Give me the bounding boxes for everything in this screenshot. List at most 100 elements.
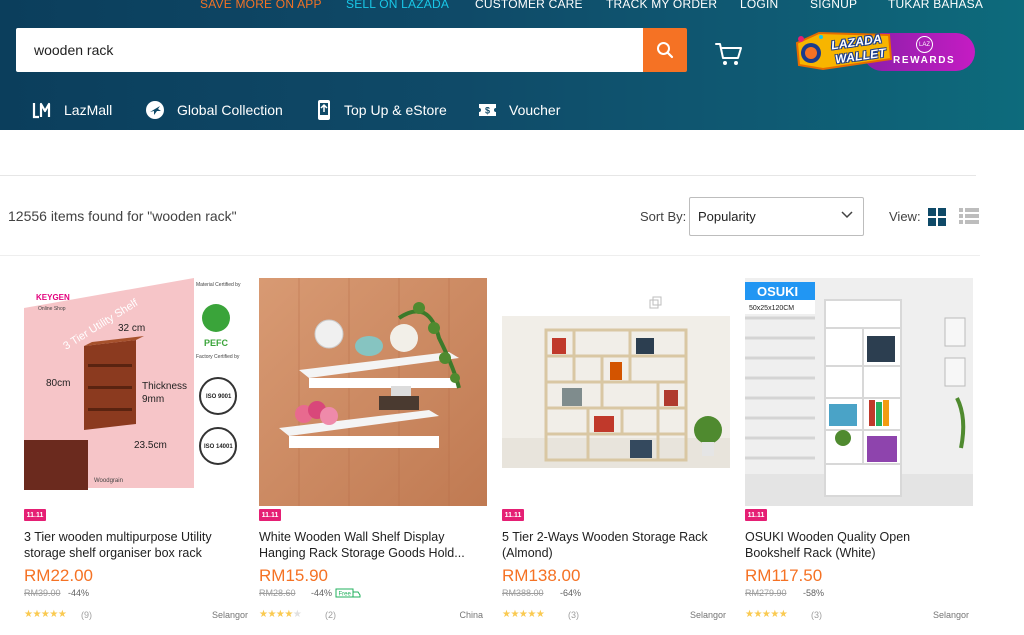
free-shipping-icon: Free xyxy=(335,588,361,598)
search-input[interactable] xyxy=(16,28,643,72)
product-title[interactable]: White Wooden Wall Shelf Display Hanging … xyxy=(259,529,483,561)
seller-location: Selangor xyxy=(932,610,969,620)
sale-badge: 11.11 xyxy=(502,509,524,521)
seller-location: Selangor xyxy=(689,610,726,620)
wall-shelf-image xyxy=(259,278,487,506)
product-title-line: OSUKI Wooden Quality Open xyxy=(745,530,911,544)
thickness-label: Thickness xyxy=(142,381,187,392)
category-top-up-estore[interactable]: Top Up & eStore xyxy=(316,98,447,122)
sell-on-lazada-link[interactable]: SELL ON LAZADA xyxy=(346,0,449,11)
seller-location: China xyxy=(459,610,483,620)
original-price: RM388.00 xyxy=(502,588,544,598)
rating-stars: ★★★★★ xyxy=(24,609,67,620)
list-view-icon[interactable] xyxy=(959,208,979,224)
product-title[interactable]: 3 Tier wooden multipurpose Utility stora… xyxy=(24,529,248,561)
cart-icon[interactable] xyxy=(714,40,744,68)
chevron-down-icon xyxy=(841,211,853,219)
globe-plane-icon xyxy=(146,101,164,119)
product-title[interactable]: OSUKI Wooden Quality Open Bookshelf Rack… xyxy=(745,529,969,561)
original-price: RM28.60 xyxy=(259,588,296,598)
iso-14001-text: ISO 14001 xyxy=(204,444,233,450)
woodgrain-label: Woodgrain xyxy=(94,478,123,484)
discount-percent: -58% xyxy=(803,588,825,598)
category-label: Global Collection xyxy=(177,102,283,118)
product-card[interactable]: 11.11 White Wooden Wall Shelf Display Ha… xyxy=(259,278,487,635)
free-shipping-label: Free xyxy=(339,592,352,598)
results-count: 12556 items found for "wooden rack" xyxy=(8,208,237,224)
product-card[interactable]: 11.11 5 Tier 2-Ways Wooden Storage Rack … xyxy=(502,278,730,635)
language-switch-link[interactable]: TUKAR BAHASA xyxy=(888,0,983,11)
sort-by-label: Sort By: xyxy=(640,209,687,224)
sale-badge: 11.11 xyxy=(259,509,281,521)
review-count: (2) xyxy=(325,610,336,620)
divider xyxy=(0,255,980,256)
save-more-on-app-link[interactable]: SAVE MORE ON APP xyxy=(200,0,322,11)
category-navigation: LazMall Global Collection Top Up & eStor… xyxy=(0,98,1024,122)
product-image[interactable] xyxy=(259,278,487,506)
product-image[interactable]: OSUKI 50x25x120CM xyxy=(745,278,973,506)
login-link[interactable]: LOGIN xyxy=(740,0,778,11)
osuki-brand-text: OSUKI xyxy=(757,284,798,299)
customer-care-link[interactable]: CUSTOMER CARE xyxy=(475,0,583,11)
factory-certified-text: Factory Certified by xyxy=(196,354,240,360)
pefc-logo-icon xyxy=(202,304,230,332)
category-label: LazMall xyxy=(64,102,113,118)
original-price: RM279.90 xyxy=(745,588,787,598)
product-title-line: White Wooden Wall Shelf Display xyxy=(259,530,445,544)
search-button[interactable] xyxy=(643,28,687,72)
open-bookshelf-image: OSUKI 50x25x120CM xyxy=(745,278,973,506)
category-global-collection[interactable]: Global Collection xyxy=(145,98,283,122)
laz-logo-icon: LAZ xyxy=(916,36,933,53)
signup-link[interactable]: SIGNUP xyxy=(810,0,857,11)
lazada-wallet-rewards-banner[interactable]: LAZ REWARDS LAZADA WALLET xyxy=(793,29,976,72)
search-icon xyxy=(657,42,674,59)
review-count: (3) xyxy=(568,610,579,620)
lazmall-icon xyxy=(32,102,51,119)
rewards-label: REWARDS xyxy=(893,55,956,66)
product-title-line: 3 Tier wooden multipurpose Utility xyxy=(24,530,212,544)
discount-percent: -44% xyxy=(311,588,333,598)
site-header: SAVE MORE ON APP SELL ON LAZADA CUSTOMER… xyxy=(0,0,1024,130)
category-label: Top Up & eStore xyxy=(344,102,447,118)
product-title-line: 5 Tier 2-Ways Wooden Storage Rack xyxy=(502,530,708,544)
product-price: RM117.50 xyxy=(745,566,823,585)
phone-topup-icon xyxy=(318,100,330,120)
sale-badge: 11.11 xyxy=(745,509,767,521)
seller-location: Selangor xyxy=(211,610,248,620)
product-image[interactable] xyxy=(502,278,730,506)
product-title-line: Bookshelf Rack (White) xyxy=(745,546,876,560)
category-lazmall[interactable]: LazMall xyxy=(32,98,112,122)
svg-text:$: $ xyxy=(485,106,490,116)
product-card[interactable]: OSUKI 50x25x120CM 11.11 OSUKI Wooden Qua… xyxy=(745,278,973,635)
original-price: RM39.00 xyxy=(24,588,61,598)
pefc-text: PEFC xyxy=(204,338,229,348)
category-voucher[interactable]: $ Voucher xyxy=(478,98,560,122)
product-title-line: Hanging Rack Storage Goods Hold... xyxy=(259,546,465,560)
sale-badge: 11.11 xyxy=(24,509,46,521)
product-title-line: (Almond) xyxy=(502,546,553,560)
rating-stars: ★★★★★ xyxy=(745,609,788,620)
top-navigation: SAVE MORE ON APP SELL ON LAZADA CUSTOMER… xyxy=(0,0,1024,14)
material-certified-text: Material Certified by xyxy=(196,282,241,288)
brand-logo-text: KEYGEN xyxy=(36,293,70,302)
dimension-depth: 23.5cm xyxy=(134,440,167,451)
voucher-icon: $ xyxy=(479,104,496,116)
review-count: (9) xyxy=(81,610,92,620)
category-label: Voucher xyxy=(509,102,561,118)
product-image[interactable]: KEYGEN Online Shop 3 Tier Utility Shelf … xyxy=(24,278,252,506)
rating-stars: ★★★★★ xyxy=(502,609,545,620)
product-price: RM22.00 xyxy=(24,566,93,585)
utility-shelf-image: KEYGEN Online Shop 3 Tier Utility Shelf … xyxy=(24,278,252,506)
grid-view-icon[interactable] xyxy=(928,208,946,226)
sort-dropdown[interactable]: Popularity xyxy=(689,197,864,236)
view-label: View: xyxy=(889,209,921,224)
bookshelf-size-text: 50x25x120CM xyxy=(749,305,794,312)
rating-stars: ★★★★★ xyxy=(259,609,302,620)
track-my-order-link[interactable]: TRACK MY ORDER xyxy=(606,0,717,11)
discount-percent: -44% xyxy=(68,588,90,598)
iso-9001-text: ISO 9001 xyxy=(206,394,232,400)
product-card[interactable]: KEYGEN Online Shop 3 Tier Utility Shelf … xyxy=(24,278,252,635)
dimension-width: 32 cm xyxy=(118,323,145,334)
sort-selected-value: Popularity xyxy=(698,209,756,224)
product-title[interactable]: 5 Tier 2-Ways Wooden Storage Rack (Almon… xyxy=(502,529,726,561)
